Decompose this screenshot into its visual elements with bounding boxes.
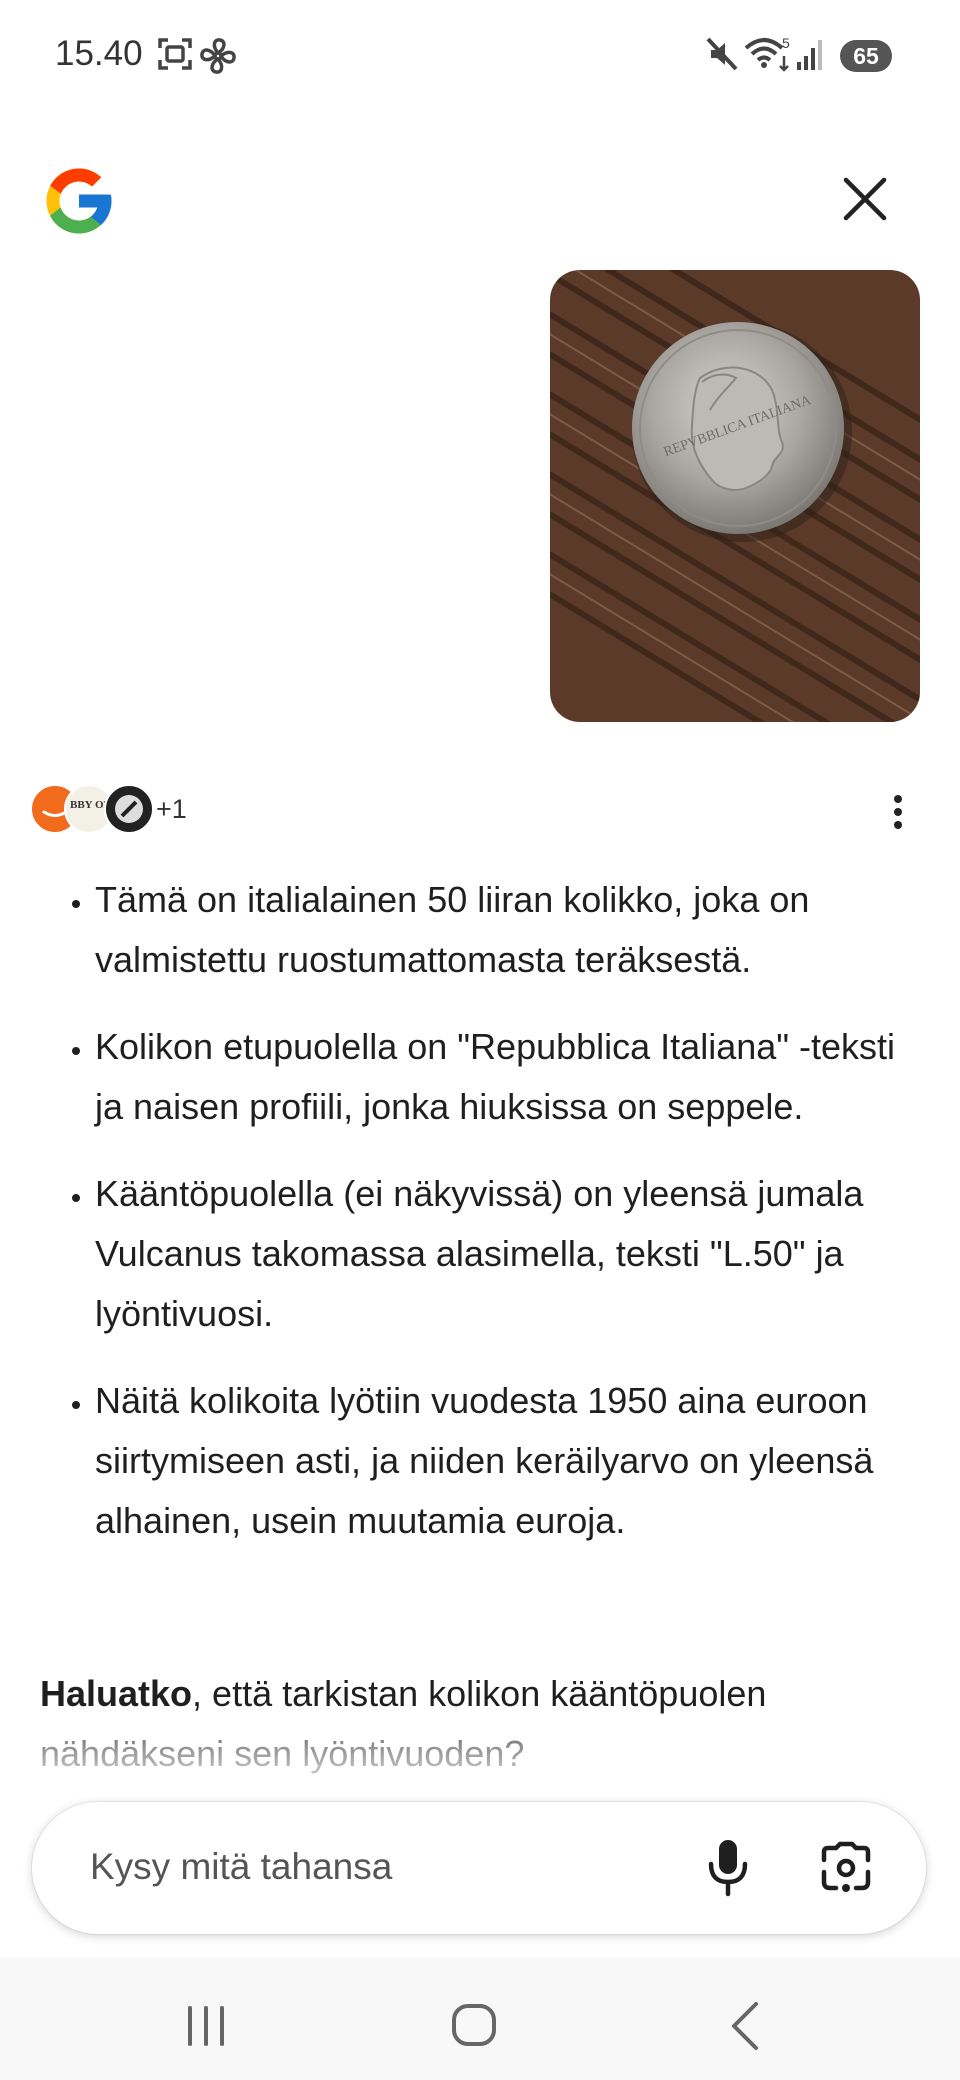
coin-photo: REPVBBLICA ITALIANA [550,270,920,722]
back-button[interactable] [716,1996,776,2056]
fan-icon [200,38,236,74]
answer-bullet: Kääntöpuolella (ei näkyvissä) on yleensä… [95,1164,920,1344]
lens-icon [821,1841,871,1892]
wifi-label: 5 [782,35,790,51]
answer-bullet-list: Tämä on italialainen 50 liiran kolikko, … [40,870,920,1551]
answer-body: Tämä on italialainen 50 liiran kolikko, … [40,870,920,1578]
status-bar: 15.40 5 65 [0,0,960,110]
sources-more-count: +1 [156,794,187,824]
home-button[interactable] [446,1996,506,2056]
scroll-fade [0,1730,960,1800]
close-button[interactable] [840,174,890,224]
recent-apps-icon [188,2006,224,2046]
status-time: 15.40 [55,34,143,73]
ask-input-bar[interactable]: Kysy mitä tahansa [32,1802,926,1934]
query-image[interactable]: REPVBBLICA ITALIANA [550,270,920,722]
google-logo [46,168,112,234]
home-icon [452,2004,496,2046]
ask-input-placeholder[interactable]: Kysy mitä tahansa [90,1846,392,1888]
answer-bullet: Tämä on italialainen 50 liiran kolikko, … [95,870,920,990]
signal-icon [797,40,822,70]
system-nav-bar [0,1958,960,2080]
lens-button[interactable] [816,1838,876,1898]
followup-bold: Haluatko [40,1673,193,1714]
wifi-icon: 5 [744,35,790,72]
more-options-button[interactable] [888,794,908,830]
mic-button[interactable] [698,1836,758,1900]
coin-source-icon [104,784,154,834]
back-icon [732,2002,758,2050]
answer-bullet: Näitä kolikoita lyötiin vuodesta 1950 ai… [95,1371,920,1551]
close-icon [843,177,887,221]
mic-icon [708,1840,748,1897]
recent-apps-button[interactable] [176,1996,236,2056]
answer-bullet: Kolikon etupuolella on "Repubblica Itali… [95,1017,920,1137]
battery-indicator: 65 [840,40,892,72]
more-vert-icon [894,795,902,829]
mute-icon [706,37,738,71]
